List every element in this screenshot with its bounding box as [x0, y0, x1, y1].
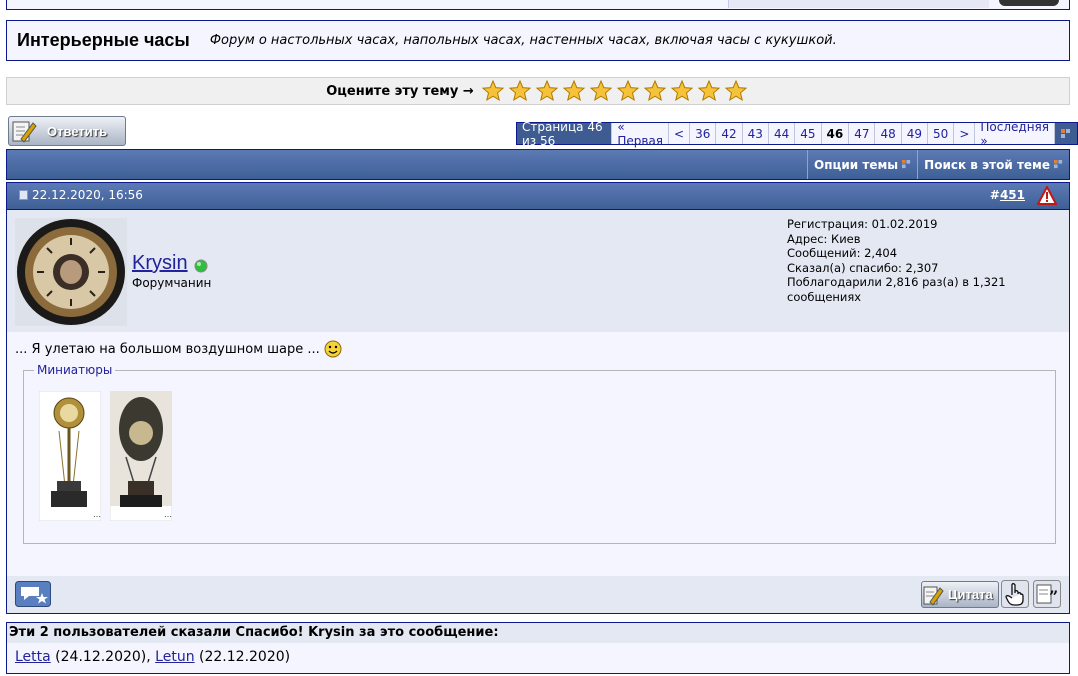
svg-text:…: …	[93, 510, 101, 519]
reply-pencil-icon	[12, 121, 37, 143]
thread-options-menu[interactable]: Опции темы	[807, 150, 917, 179]
rating-star-icon[interactable]	[698, 80, 721, 102]
post-header: 22.12.2020, 16:56 #451	[6, 182, 1070, 210]
rating-star-icon[interactable]	[536, 80, 559, 102]
smiley-icon	[324, 340, 342, 358]
pagination-page[interactable]: 43	[741, 123, 768, 144]
pagination-first[interactable]: « Первая	[611, 120, 668, 148]
attachment-thumbnail[interactable]: …	[110, 391, 172, 521]
pagination-page[interactable]: 36	[689, 123, 715, 144]
thanks-user-list: Letta (24.12.2020), Letun (22.12.2020)	[15, 649, 290, 665]
post-message-text: ... Я улетаю на большом воздушном шаре .…	[15, 341, 320, 357]
post-userinfo: Krysin Форумчанин Регистрация: 01.02.201…	[6, 210, 1070, 332]
thanks-user-link[interactable]: Letta	[15, 649, 51, 665]
rating-star-icon[interactable]	[617, 80, 640, 102]
pagination-page[interactable]: 44	[767, 123, 794, 144]
thread-options-label: Опции темы	[814, 157, 899, 172]
pagination-prev[interactable]: <	[668, 123, 689, 144]
post-message: ... Я улетаю на большом воздушном шаре .…	[15, 340, 342, 358]
thread-tools-bar: Опции темы Поиск в этой теме	[6, 149, 1070, 180]
rating-star-icon[interactable]	[671, 80, 694, 102]
user-stats: Регистрация: 01.02.2019 Адрес: Киев Сооб…	[787, 217, 1069, 304]
post-footer: Цитата ”	[6, 576, 1070, 614]
svg-text:…: …	[164, 510, 172, 519]
reply-button[interactable]: Ответить	[8, 116, 126, 146]
user-address: Адрес: Киев	[787, 231, 861, 246]
avatar[interactable]	[15, 218, 127, 326]
pagination: Страница 46 из 56 « Первая < 36 42 43 44…	[516, 120, 1078, 148]
svg-text:”: ”	[1049, 587, 1058, 606]
post-date: 22.12.2020, 16:56	[19, 188, 143, 202]
forum-description: Форум о настольных часах, напольных часа…	[209, 33, 837, 48]
dropdown-icon	[1054, 160, 1063, 169]
thanks-date: (22.12.2020)	[194, 649, 291, 665]
post-date-text: 22.12.2020, 16:56	[32, 188, 143, 202]
pagination-current-page: 46	[820, 123, 849, 144]
private-message-icon[interactable]	[15, 581, 51, 607]
user-title: Форумчанин	[132, 276, 212, 290]
pagination-page[interactable]: 48	[874, 123, 900, 144]
user-registration: Регистрация: 01.02.2019	[787, 217, 938, 231]
thread-search-menu[interactable]: Поиск в этой теме	[917, 150, 1069, 179]
forum-header: Интерьерные часы Форум о настольных часа…	[6, 20, 1070, 61]
post-number-prefix: #	[989, 188, 1000, 202]
pagination-summary: Страница 46 из 56	[517, 120, 612, 148]
thanks-box: Эти 2 пользователей сказали Спасибо! Kry…	[6, 622, 1070, 674]
post-permalink[interactable]: 451	[1000, 188, 1025, 202]
reply-button-label: Ответить	[47, 123, 108, 139]
attachments-fieldset: Миниатюры … …	[23, 363, 1056, 544]
username-link[interactable]: Krysin	[132, 252, 188, 275]
thanks-hand-icon[interactable]	[1001, 580, 1029, 608]
user-thanks-given: Сказал(а) спасибо: 2,307	[787, 260, 939, 275]
strip-cell	[728, 0, 989, 8]
pagination-page[interactable]: 45	[794, 123, 820, 144]
pagination-page[interactable]: 47	[848, 123, 874, 144]
multiquote-icon[interactable]: ”	[1033, 580, 1061, 608]
rating-star-icon[interactable]	[725, 80, 748, 102]
forum-title[interactable]: Интерьерные часы	[17, 30, 190, 51]
post-status-icon	[19, 190, 28, 200]
quote-button-label: Цитата	[948, 587, 993, 602]
dropdown-icon	[902, 160, 911, 169]
rating-star-icon[interactable]	[590, 80, 613, 102]
thread-search-label: Поиск в этой теме	[924, 157, 1050, 172]
post-body: ... Я улетаю на большом воздушном шаре .…	[6, 332, 1070, 576]
quote-pencil-icon	[923, 586, 944, 606]
post-number: #451	[990, 188, 1025, 202]
pagination-page[interactable]: 49	[900, 123, 927, 144]
report-warning-icon[interactable]	[1037, 186, 1057, 205]
rating-label: Оцените эту тему →	[326, 83, 474, 99]
quote-button[interactable]: Цитата	[921, 581, 999, 608]
rating-star-icon[interactable]	[509, 80, 532, 102]
rating-stars	[480, 80, 750, 102]
previous-block-strip	[6, 0, 1070, 10]
pagination-menu-button[interactable]	[1054, 123, 1077, 144]
user-thanks-received: Поблагодарили 2,816 раз(а) в 1,321 сообщ…	[787, 275, 1006, 304]
pagination-page[interactable]: 50	[927, 123, 953, 144]
pagination-next[interactable]: >	[953, 123, 974, 144]
thanks-date: (24.12.2020),	[50, 649, 156, 665]
user-post-count: Сообщений: 2,404	[787, 246, 898, 260]
pagination-last[interactable]: Последняя »	[974, 120, 1054, 148]
attachment-thumbnail[interactable]: …	[39, 391, 101, 521]
online-status-icon	[194, 259, 208, 273]
thanks-user-link[interactable]: Letun	[155, 649, 194, 665]
rating-star-icon[interactable]	[563, 80, 586, 102]
menu-arrow-icon	[1061, 128, 1070, 138]
rating-star-icon[interactable]	[482, 80, 505, 102]
attachments-legend: Миниатюры	[34, 363, 116, 377]
rating-star-icon[interactable]	[644, 80, 667, 102]
thanks-title: Эти 2 пользователей сказали Спасибо! Kry…	[7, 623, 1069, 643]
thread-rating: Оцените эту тему →	[6, 77, 1070, 105]
strip-dark-shape	[999, 0, 1059, 6]
pagination-page[interactable]: 42	[715, 123, 741, 144]
